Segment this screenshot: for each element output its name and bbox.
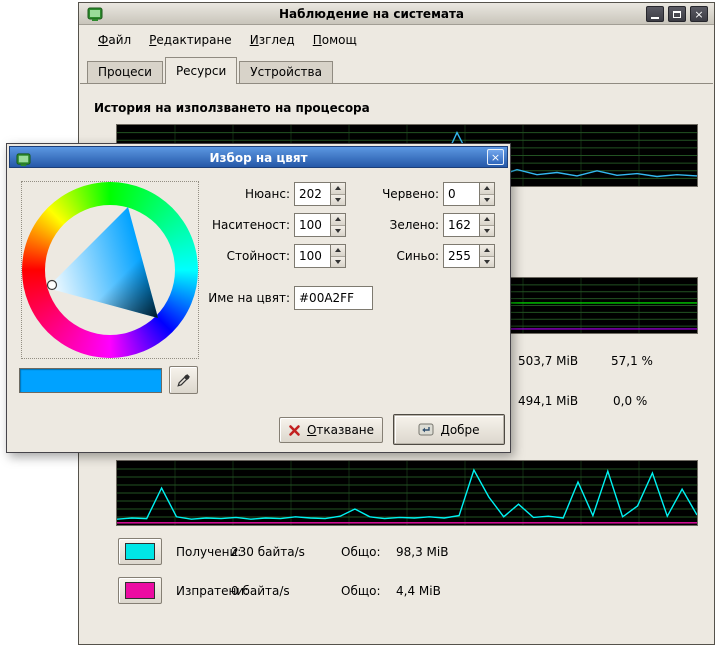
- sent-rate: 0 байта/s: [231, 584, 290, 598]
- memory-percent-value: 57,1 %: [611, 354, 653, 368]
- red-label: Червено:: [327, 187, 439, 201]
- close-icon: ×: [694, 9, 703, 20]
- sent-color-swatch: [125, 582, 155, 599]
- menubar: Файл Редактиране Изглед Помощ: [81, 26, 712, 54]
- close-button[interactable]: ×: [690, 6, 708, 22]
- down-arrow-icon: [484, 229, 490, 233]
- up-arrow-icon: [484, 248, 490, 252]
- tab-devices[interactable]: Устройства: [239, 61, 333, 83]
- ok-button-label: Добре: [440, 423, 479, 437]
- sent-total: 4,4 MiB: [396, 584, 441, 598]
- menu-file[interactable]: Файл: [89, 28, 140, 52]
- tab-resources[interactable]: Ресурси: [165, 57, 237, 84]
- up-arrow-icon: [484, 217, 490, 221]
- color-wheel-area[interactable]: [21, 181, 199, 359]
- saturation-input[interactable]: [295, 214, 330, 236]
- dialog-titlebar[interactable]: Избор на цвят ×: [9, 146, 508, 168]
- red-input[interactable]: [444, 183, 479, 205]
- red-increment-button[interactable]: [480, 183, 494, 194]
- sent-total-label: Общо:: [341, 584, 381, 598]
- green-increment-button[interactable]: [480, 214, 494, 225]
- dialog-icon: [16, 152, 31, 167]
- cancel-button[interactable]: Отказване: [279, 417, 383, 443]
- received-total-label: Общо:: [341, 545, 381, 559]
- main-window-title: Наблюдение на системата: [109, 7, 634, 21]
- green-decrement-button[interactable]: [480, 225, 494, 237]
- blue-spinbutton[interactable]: [443, 244, 495, 268]
- dialog-close-button[interactable]: ×: [487, 149, 504, 165]
- received-color-swatch: [125, 543, 155, 560]
- maximize-button[interactable]: [668, 6, 686, 22]
- selected-color-preview: [19, 368, 162, 393]
- value-input[interactable]: [295, 245, 330, 267]
- up-arrow-icon: [484, 186, 490, 190]
- dialog-close-icon: ×: [491, 152, 500, 163]
- color-name-label: Име на цвят:: [167, 291, 290, 305]
- dialog-title: Избор на цвят: [34, 151, 483, 165]
- saturation-value-triangle[interactable]: [22, 182, 200, 360]
- green-label: Зелено:: [327, 218, 439, 232]
- minimize-button[interactable]: [646, 6, 664, 22]
- app-icon: [87, 6, 103, 22]
- menu-help[interactable]: Помощ: [304, 28, 366, 52]
- tab-processes[interactable]: Процеси: [87, 61, 163, 83]
- swap-percent-value: 0,0 %: [613, 394, 647, 408]
- hue-label: Нюанс:: [172, 187, 290, 201]
- sent-color-button[interactable]: [118, 577, 162, 604]
- red-spinbutton[interactable]: [443, 182, 495, 206]
- down-arrow-icon: [484, 198, 490, 202]
- received-color-button[interactable]: [118, 538, 162, 565]
- cpu-section-title: История на използването на процесора: [94, 101, 370, 115]
- saturation-label: Наситеност:: [172, 218, 290, 232]
- red-decrement-button[interactable]: [480, 194, 494, 206]
- blue-increment-button[interactable]: [480, 245, 494, 256]
- eyedropper-icon: [176, 373, 191, 388]
- down-arrow-icon: [484, 260, 490, 264]
- blue-decrement-button[interactable]: [480, 256, 494, 268]
- main-titlebar[interactable]: Наблюдение на системата ×: [79, 3, 714, 25]
- blue-input[interactable]: [444, 245, 479, 267]
- cancel-icon: [288, 424, 301, 437]
- menu-edit[interactable]: Редактиране: [140, 28, 241, 52]
- eyedropper-button[interactable]: [169, 366, 198, 394]
- maximize-icon: [673, 11, 681, 18]
- color-picker-dialog: Избор на цвят ×: [6, 143, 511, 453]
- cancel-button-label: Отказване: [307, 423, 374, 437]
- tabbar: Процеси Ресурси Устройства: [87, 57, 706, 83]
- hue-input[interactable]: [295, 183, 330, 205]
- network-history-chart: [116, 460, 698, 526]
- received-total: 98,3 MiB: [396, 545, 448, 559]
- green-input[interactable]: [444, 214, 479, 236]
- received-rate: 230 байта/s: [231, 545, 305, 559]
- blue-label: Синьо:: [327, 249, 439, 263]
- swap-total-value: 494,1 MiB: [518, 394, 578, 408]
- sv-selector[interactable]: [48, 281, 57, 290]
- memory-total-value: 503,7 MiB: [518, 354, 578, 368]
- ok-button[interactable]: Добре: [393, 414, 505, 445]
- minimize-icon: [651, 17, 659, 19]
- menu-view[interactable]: Изглед: [241, 28, 304, 52]
- color-name-input[interactable]: [294, 286, 373, 310]
- green-spinbutton[interactable]: [443, 213, 495, 237]
- ok-icon: [418, 423, 434, 437]
- value-label: Стойност:: [172, 249, 290, 263]
